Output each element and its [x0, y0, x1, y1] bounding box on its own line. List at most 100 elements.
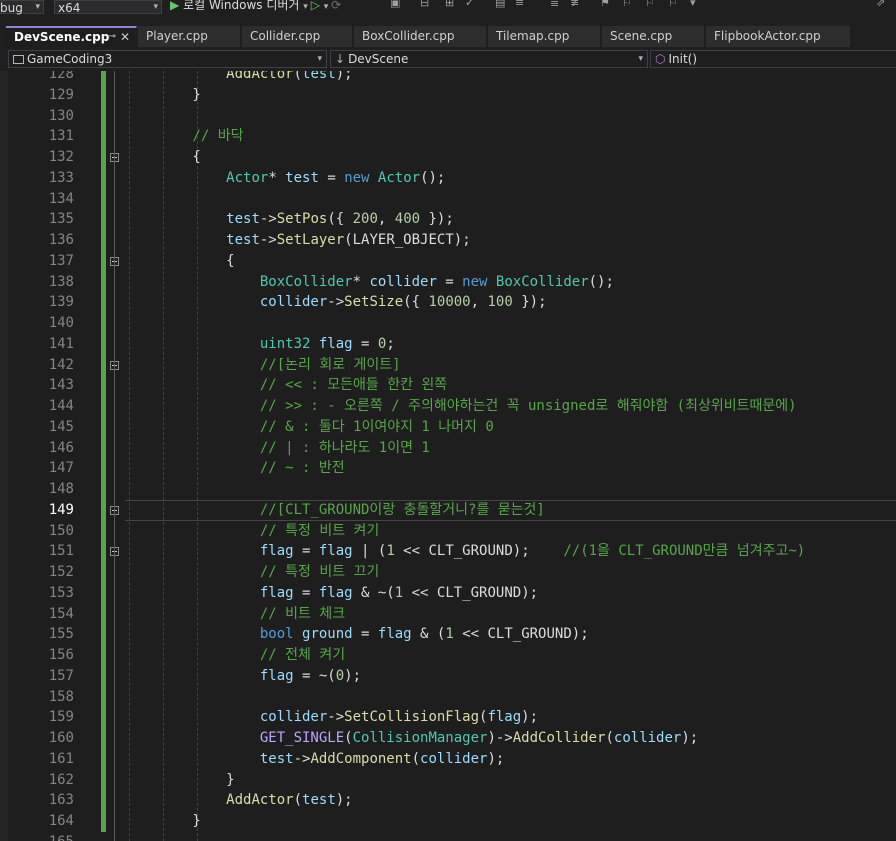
code-token: // ~ : 반전: [259, 460, 345, 477]
code-line[interactable]: // 특정 비트 끄기: [125, 562, 379, 583]
code-line[interactable]: //[CLT_GROUND이랑 충돌할거니?를 묻는것]: [125, 500, 545, 521]
tab-tilemap[interactable]: Tilemap.cpp: [488, 26, 601, 47]
start-debugging-button[interactable]: ▶ 로컬 Windows 디버거 ▾ ▷ ▾ ⟳: [170, 0, 341, 13]
scope-dropdown[interactable]: ↓ DevScene ▾: [330, 50, 648, 68]
code-token: flag: [318, 584, 353, 601]
code-token: AddActor: [226, 792, 294, 809]
code-line[interactable]: {: [125, 147, 200, 168]
code-token: AddComponent: [310, 750, 412, 767]
code-line[interactable]: flag = ~(0);: [125, 666, 361, 687]
code-token: // | : 하나라도 1이면 1: [259, 439, 430, 456]
code-token: //[논리 회로 게이트]: [259, 356, 401, 373]
code-line[interactable]: collider->SetCollisionFlag(flag);: [125, 707, 538, 728]
code-token: =: [436, 273, 463, 290]
code-token: =: [318, 169, 345, 186]
code-line[interactable]: test->SetPos({ 200, 400 });: [125, 209, 454, 230]
project-name: GameCoding3: [27, 52, 113, 66]
code-line[interactable]: uint32 flag = 0;: [125, 334, 395, 355]
line-number: 138: [48, 273, 74, 290]
uncomment-icon[interactable]: ≢: [570, 0, 582, 8]
tab-devscene[interactable]: DevScene.cpp ⊸ ✕: [6, 26, 137, 47]
pin-icon[interactable]: ⊸: [108, 28, 116, 46]
toolbar-icon-3[interactable]: ⊞: [445, 0, 457, 8]
toolbar-icon-6[interactable]: ≡: [515, 0, 527, 8]
code-line[interactable]: test->SetLayer(LAYER_OBJECT);: [125, 230, 470, 251]
bookmark-prev-icon[interactable]: ⚐: [622, 0, 634, 8]
code-token: );: [344, 667, 362, 684]
project-dropdown[interactable]: GameCoding3 ▾: [8, 50, 327, 68]
code-line[interactable]: // ~ : 반전: [125, 458, 345, 479]
bookmark-next-icon[interactable]: ⚐: [645, 0, 657, 8]
tab-label: Collider.cpp: [250, 29, 321, 43]
member-dropdown[interactable]: ⬡ Init(): [650, 50, 896, 68]
code-token: flag: [377, 626, 412, 643]
code-line[interactable]: test->AddComponent(collider);: [125, 749, 504, 770]
code-line[interactable]: }: [125, 85, 200, 106]
close-icon[interactable]: ✕: [120, 28, 130, 46]
line-number: 132: [48, 149, 74, 165]
code-line[interactable]: // << : 모든애들 한칸 왼쪽: [125, 375, 447, 396]
code-line[interactable]: }: [125, 811, 200, 832]
code-line[interactable]: AddActor(test);: [125, 790, 352, 811]
toolbar-icon-1[interactable]: ▣: [390, 0, 402, 8]
code-token: collider: [613, 730, 682, 746]
code-token: Actor: [377, 169, 421, 186]
tab-player[interactable]: Player.cpp: [138, 26, 241, 47]
start-without-debugging-icon[interactable]: ▷: [311, 0, 320, 12]
code-line[interactable]: // 비트 체크: [125, 604, 345, 625]
code-line[interactable]: {: [125, 251, 234, 272]
code-token: ->: [293, 750, 311, 767]
code-line[interactable]: // 전체 켜기: [125, 645, 345, 666]
tab-label: Tilemap.cpp: [496, 29, 570, 43]
bookmark-icon[interactable]: ⚑: [600, 0, 612, 8]
code-line[interactable]: flag = flag | (1 << CLT_GROUND); //(1을 C…: [125, 541, 805, 562]
chevron-down-icon[interactable]: ▾: [690, 0, 702, 8]
code-token: *: [352, 273, 370, 290]
code-line[interactable]: // >> : - 오른쪽 / 주의해야하는건 꼭 unsigned로 해줘야함…: [125, 396, 797, 417]
code-line[interactable]: }: [125, 770, 234, 791]
tab-label: Scene.cpp: [610, 29, 673, 43]
platform-dropdown[interactable]: x64 ▾: [54, 0, 162, 15]
code-line[interactable]: // & : 둘다 1이여야지 1 나머지 0: [125, 417, 494, 438]
code-line[interactable]: // 바닥: [125, 126, 243, 147]
code-line[interactable]: //[논리 회로 게이트]: [125, 355, 401, 376]
code-line[interactable]: AddActor(test);: [125, 71, 353, 85]
code-line[interactable]: collider->SetSize({ 10000, 100 });: [125, 292, 547, 313]
refresh-icon[interactable]: ⟳: [331, 0, 341, 12]
toolbar-icon-5[interactable]: ▤: [495, 0, 507, 8]
toolbar-icon-2[interactable]: ⊟: [420, 0, 432, 8]
line-number: 165: [20, 832, 74, 841]
tab-scene[interactable]: Scene.cpp: [602, 26, 705, 47]
code-token: ();: [420, 169, 446, 186]
code-token: });: [512, 294, 547, 311]
live-share-icon[interactable]: ⇗: [876, 0, 888, 8]
code-line[interactable]: flag = flag & ~(1 << CLT_GROUND);: [125, 583, 538, 604]
tab-boxcollider[interactable]: BoxCollider.cpp: [354, 26, 487, 47]
tab-flipbookactor[interactable]: FlipbookActor.cpp: [706, 26, 851, 47]
code-token: & ~(: [352, 584, 395, 601]
code-token: collider: [259, 294, 328, 311]
code-editor[interactable]: 128 129 130 131 132 133 134 135 136 137 138 139 140 1…: [0, 71, 896, 841]
comment-icon[interactable]: ≣: [550, 0, 562, 8]
bookmark-clear-icon[interactable]: ⚐: [668, 0, 680, 8]
code-token: //(1을 CLT_GROUND만큼 넘겨주고~): [563, 543, 806, 560]
outline-connector: [114, 71, 115, 841]
configuration-dropdown[interactable]: bug ▾: [0, 0, 44, 15]
toolbar-icon-4[interactable]: ✓: [465, 0, 477, 8]
project-icon: [13, 55, 24, 64]
code-line[interactable]: // 특정 비트 켜기: [125, 521, 379, 542]
code-line[interactable]: BoxCollider* collider = new BoxCollider(…: [125, 272, 614, 293]
code-line[interactable]: GET_SINGLE(CollisionManager)->AddCollide…: [125, 728, 698, 749]
code-token: SetCollisionFlag: [344, 709, 480, 726]
code-token: (: [344, 730, 353, 746]
tab-collider[interactable]: Collider.cpp: [242, 26, 353, 47]
code-line[interactable]: Actor* test = new Actor();: [125, 168, 445, 189]
code-line[interactable]: // | : 하나라도 1이면 1: [125, 438, 430, 459]
code-token: );: [335, 71, 353, 82]
code-token: new: [462, 273, 488, 290]
code-line[interactable]: bool ground = flag & (1 << CLT_GROUND);: [125, 624, 589, 645]
